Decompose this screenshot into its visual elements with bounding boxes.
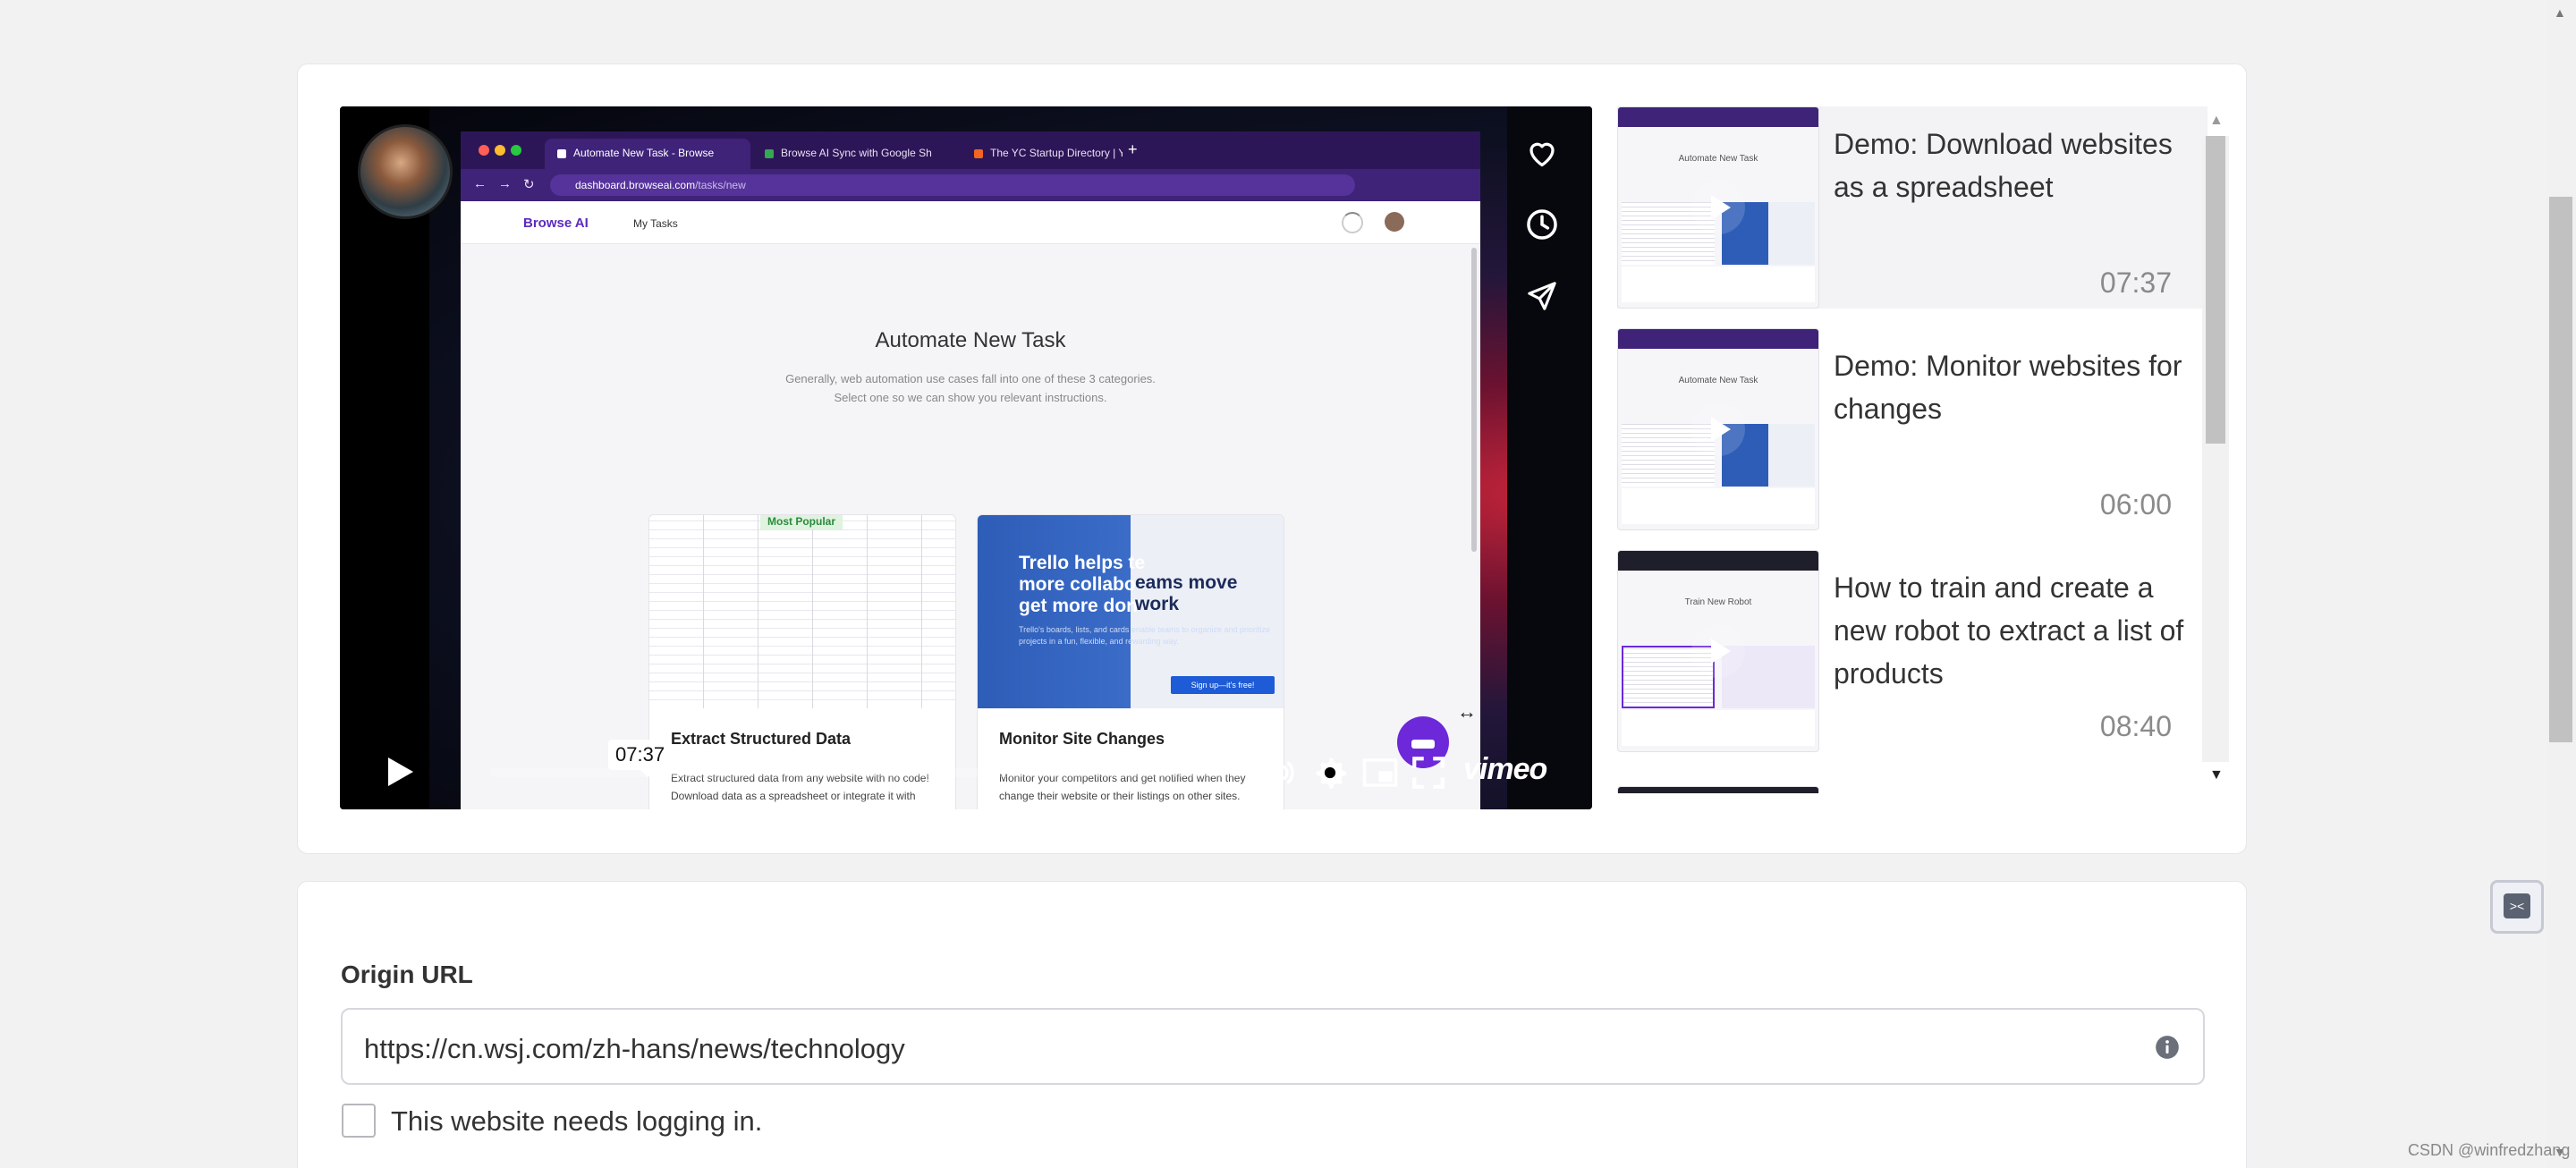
playlist-thumbnail: Automate New Task: [1617, 328, 1819, 530]
send-icon[interactable]: [1517, 271, 1567, 321]
loading-spinner-icon: [1342, 212, 1363, 233]
origin-url-input[interactable]: https://cn.wsj.com/zh-hans/news/technolo…: [341, 1008, 2205, 1085]
browser-tab: Browse AI Sync with Google Sh: [752, 139, 958, 169]
gear-icon[interactable]: [1311, 754, 1349, 791]
most-popular-badge: Most Popular: [760, 515, 843, 529]
back-icon: ←: [473, 176, 487, 191]
info-icon[interactable]: [2155, 1035, 2180, 1060]
user-avatar: [1385, 212, 1404, 232]
scroll-down-icon[interactable]: ▼: [2209, 767, 2224, 783]
floating-helper-button[interactable]: ><: [2490, 880, 2544, 934]
video-playlist: Automate New Task Demo: Download website…: [1617, 106, 2234, 793]
page-scrollbar-thumb[interactable]: [2549, 197, 2572, 742]
playlist-thumbnail: Train New Robot: [1617, 550, 1819, 752]
forward-icon: →: [498, 176, 512, 191]
browser-tab-bar: Automate New Task - Browse Browse AI Syn…: [461, 131, 1480, 169]
playlist-item[interactable]: Automate New Task Demo: Monitor websites…: [1617, 328, 2207, 530]
app-page-title: Automate New Task: [875, 328, 1066, 352]
playlist-item-title: Demo: Download websites as a spreadsheet: [1834, 128, 2173, 203]
app-page-subtitle: Generally, web automation use cases fall…: [785, 372, 1156, 404]
browser-tab-active: Automate New Task - Browse: [545, 139, 750, 169]
nav-my-tasks: My Tasks: [633, 217, 678, 230]
spreadsheet-preview: [649, 515, 955, 708]
volume-icon[interactable]: [1261, 754, 1299, 791]
clock-icon[interactable]: [1517, 199, 1567, 250]
video-frame-browser: Automate New Task - Browse Browse AI Syn…: [461, 131, 1480, 809]
play-icon: [1691, 402, 1745, 456]
presenter-avatar: [358, 124, 453, 219]
playlist-item-duration: 06:00: [2099, 488, 2172, 521]
video-player[interactable]: Automate New Task - Browse Browse AI Syn…: [340, 106, 1592, 809]
sheets-icon: [765, 148, 774, 158]
timestamp-tooltip: 07:37: [608, 740, 673, 777]
origin-url-label: Origin URL: [341, 961, 473, 988]
playlist-item-title: How to train and create a new robot to e…: [1834, 571, 2184, 690]
play-icon: [1691, 181, 1745, 234]
watermark: CSDN @winfredzhang: [2408, 1141, 2571, 1159]
chat-icon: ><: [2504, 893, 2530, 918]
video-controls: 07:37 vimeo: [340, 716, 1592, 809]
playlist-item[interactable]: Train New Robot How to train and create …: [1617, 550, 2207, 752]
browser-url: dashboard.browseai.com/tasks/new: [550, 174, 1355, 196]
playlist-item-duration: 07:37: [2099, 267, 2172, 299]
playlist-thumbnail: Automate New Task: [1617, 106, 1819, 309]
move-cursor-icon: ↔: [1457, 700, 1477, 723]
browser-address-bar: ← → ↻ dashboard.browseai.com/tasks/new: [461, 169, 1480, 201]
pip-icon[interactable]: [1361, 754, 1399, 791]
reload-icon: ↻: [523, 177, 535, 192]
page-scroll-up-icon[interactable]: ▲: [2554, 5, 2566, 20]
app-brand: Browse AI: [523, 216, 589, 231]
video-side-actions: [1517, 128, 1567, 343]
trello-preview: Trello helps te more collabo get more do…: [978, 515, 1284, 708]
playlist-thumbnail: [1617, 786, 1819, 793]
vimeo-logo[interactable]: vimeo: [1463, 752, 1547, 787]
tab-favicon-icon: [557, 148, 566, 158]
play-icon[interactable]: [381, 754, 417, 790]
video-progress-bar[interactable]: 07:37: [490, 740, 1243, 777]
login-checkbox-label[interactable]: This website needs logging in.: [391, 1105, 762, 1138]
fullscreen-icon[interactable]: [1410, 754, 1447, 791]
yc-icon: [974, 148, 983, 158]
login-checkbox[interactable]: [342, 1104, 376, 1138]
playlist-item-duration: 08:40: [2099, 710, 2172, 742]
scroll-up-icon[interactable]: ▲: [2209, 113, 2224, 129]
new-tab-icon: +: [1128, 140, 1138, 158]
playlist-item-title: Demo: Monitor websites for changes: [1834, 350, 2182, 425]
playlist-item[interactable]: Automate New Task Demo: Download website…: [1617, 106, 2207, 309]
playlist-scrollbar-thumb[interactable]: [2206, 136, 2225, 444]
playlist-item[interactable]: [1617, 786, 2207, 793]
browser-tab: The YC Startup Directory | Y C: [962, 139, 1123, 169]
origin-url-value[interactable]: https://cn.wsj.com/zh-hans/news/technolo…: [364, 1033, 905, 1065]
app-nav: Browse AI My Tasks: [461, 201, 1480, 244]
browser-scrollbar: [1471, 248, 1477, 552]
play-icon: [1691, 624, 1745, 678]
heart-icon[interactable]: [1517, 128, 1567, 178]
